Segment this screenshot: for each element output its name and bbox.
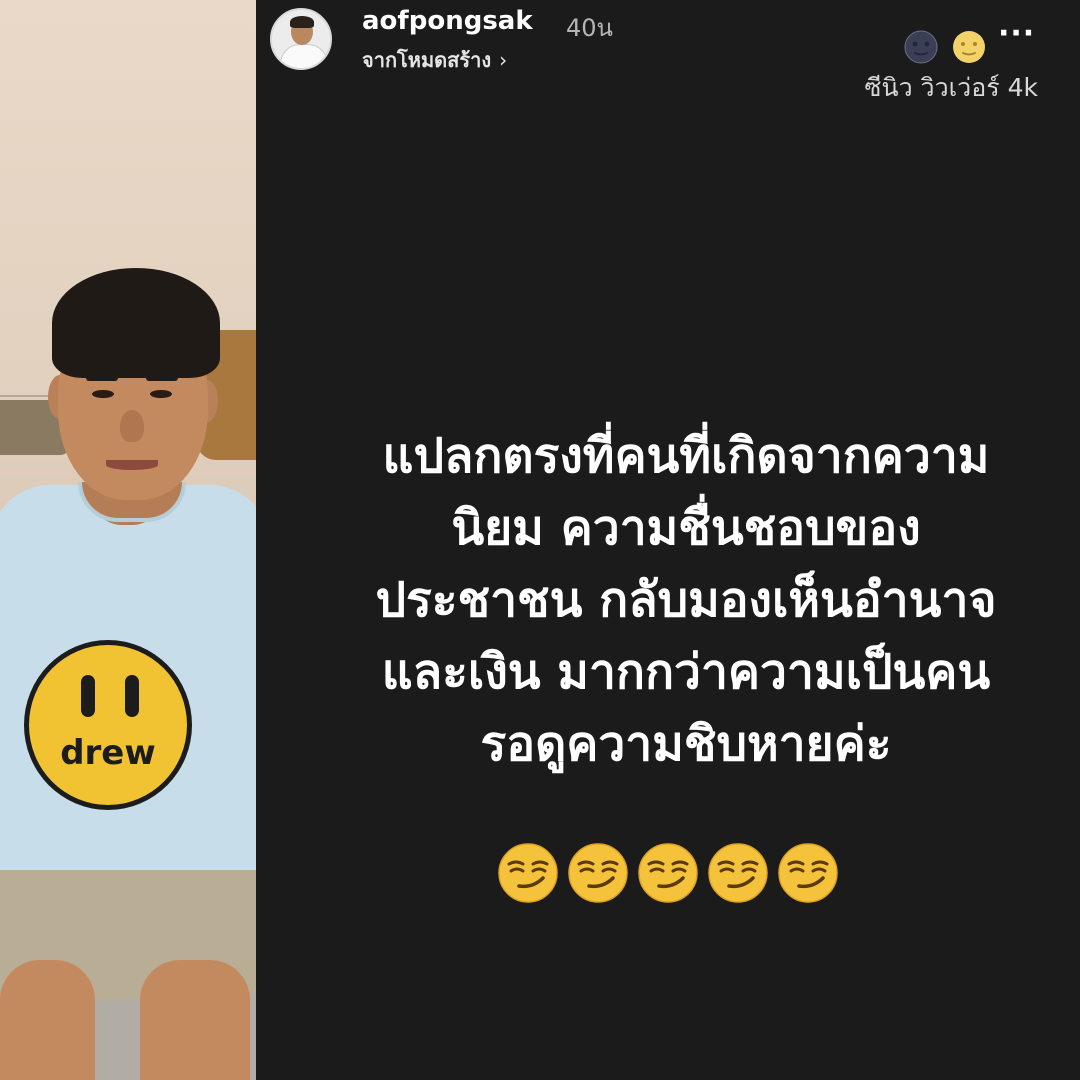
story-panel: aofpongsak 40น จากโหมดสร้าง › ··· ซีนิว ว… <box>256 0 1080 1080</box>
smiley-eye <box>81 675 95 717</box>
viewer-caption: ซีนิว วิวเว่อร์ 4k <box>864 73 1038 102</box>
message-line: และเงิน มากกว่าความเป็นคน <box>381 644 991 700</box>
emoji-row <box>256 842 1080 904</box>
new-moon-face-icon <box>904 30 938 64</box>
source-label: จากโหมดสร้าง <box>362 48 492 72</box>
chevron-right-icon: › <box>499 48 508 72</box>
smirking-face-icon <box>638 843 698 903</box>
message-line: แปลกตรงที่คนที่เกิดจากความ <box>382 428 990 484</box>
eyebrow <box>86 375 118 381</box>
message-line: นิยม ความชื่นชอบของ <box>451 500 921 556</box>
mouth <box>106 460 158 470</box>
nose <box>120 410 144 442</box>
eye <box>92 390 114 398</box>
more-options-icon[interactable]: ··· <box>998 16 1035 51</box>
leg <box>140 960 250 1080</box>
smiley-eye <box>125 675 139 717</box>
post-time: 40น <box>566 14 613 42</box>
username[interactable]: aofpongsak <box>362 6 533 36</box>
full-moon-face-icon <box>953 31 985 63</box>
smirking-face-icon <box>778 843 838 903</box>
eye <box>150 390 172 398</box>
leg <box>0 960 95 1080</box>
smirking-face-icon <box>568 843 628 903</box>
smirking-face-icon <box>708 843 768 903</box>
smirking-face-icon <box>498 843 558 903</box>
message-line: รอดูความชิบหายค่ะ <box>480 716 892 772</box>
profile-photo: drew <box>0 0 256 1080</box>
avatar-hair <box>290 16 314 28</box>
story-message: แปลกตรงที่คนที่เกิดจากความ นิยม ความชื่น… <box>296 420 1076 780</box>
eyebrow <box>146 375 178 381</box>
source-link[interactable]: จากโหมดสร้าง › <box>362 44 507 76</box>
avatar-body <box>280 44 328 68</box>
shirt-smiley-logo: drew <box>24 640 192 810</box>
message-line: ประชาชน กลับมองเห็นอำนาจ <box>375 572 997 628</box>
shirt-logo-text: drew <box>60 733 156 773</box>
hair <box>52 268 220 378</box>
user-avatar[interactable] <box>270 8 332 70</box>
